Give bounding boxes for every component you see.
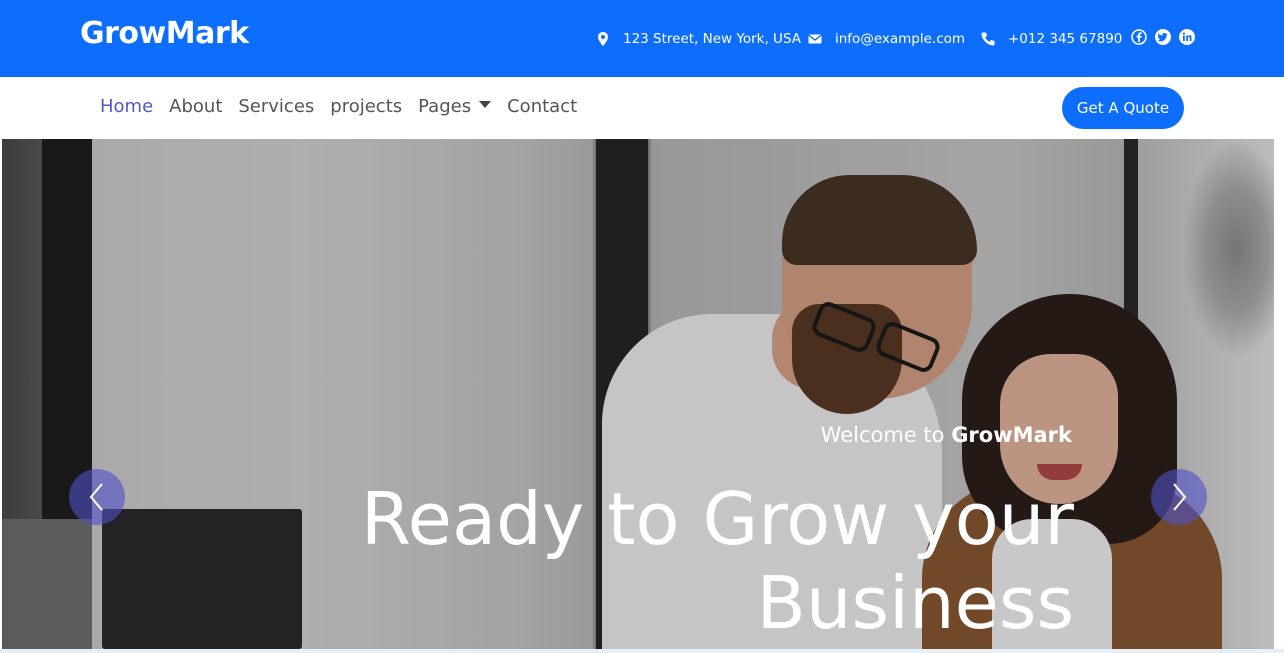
- email-info: info@example.com: [807, 30, 965, 48]
- phone-icon: [980, 31, 996, 47]
- hero-carousel: Welcome to GrowMark Ready to Grow your B…: [2, 139, 1274, 649]
- phone-text[interactable]: +012 345 67890: [1008, 31, 1122, 47]
- twitter-icon[interactable]: [1154, 28, 1172, 46]
- get-a-quote-button[interactable]: Get A Quote: [1062, 87, 1184, 129]
- nav-item-contact[interactable]: Contact: [507, 96, 577, 117]
- hero-headline: Ready to Grow your Business: [360, 477, 1074, 645]
- location-pin-icon: [595, 31, 611, 47]
- nav-item-home[interactable]: Home: [100, 96, 153, 117]
- hero-welcome-text: Welcome to GrowMark: [702, 423, 1072, 447]
- email-text[interactable]: info@example.com: [835, 31, 965, 47]
- nav-item-projects[interactable]: projects: [330, 96, 402, 117]
- phone-info: +012 345 67890: [980, 30, 1122, 48]
- nav-item-pages[interactable]: Pages: [418, 96, 492, 117]
- facebook-icon[interactable]: [1130, 28, 1148, 46]
- carousel-next-button[interactable]: [1151, 469, 1207, 525]
- envelope-icon: [807, 31, 823, 47]
- chevron-left-icon: [89, 483, 103, 511]
- nav-menu: Home About Services projects Pages Conta…: [100, 96, 593, 117]
- nav-item-about[interactable]: About: [169, 96, 222, 117]
- social-links: [1130, 28, 1196, 46]
- caret-down-icon: [479, 101, 492, 108]
- nav-item-pages-label: Pages: [418, 96, 472, 117]
- brand-logo[interactable]: GrowMark: [80, 16, 249, 51]
- carousel-prev-button[interactable]: [69, 469, 125, 525]
- hero-welcome-prefix: Welcome to: [820, 423, 945, 447]
- hero-welcome-brand: GrowMark: [951, 423, 1072, 447]
- linkedin-icon[interactable]: [1178, 28, 1196, 46]
- top-bar: GrowMark 123 Street, New York, USA info@…: [0, 0, 1284, 77]
- chevron-right-icon: [1173, 483, 1187, 511]
- address-text: 123 Street, New York, USA: [623, 31, 801, 47]
- address-info: 123 Street, New York, USA: [595, 30, 801, 48]
- page-bottom-edge: [0, 649, 1284, 653]
- main-navbar: Home About Services projects Pages Conta…: [0, 77, 1284, 139]
- nav-item-services[interactable]: Services: [238, 96, 314, 117]
